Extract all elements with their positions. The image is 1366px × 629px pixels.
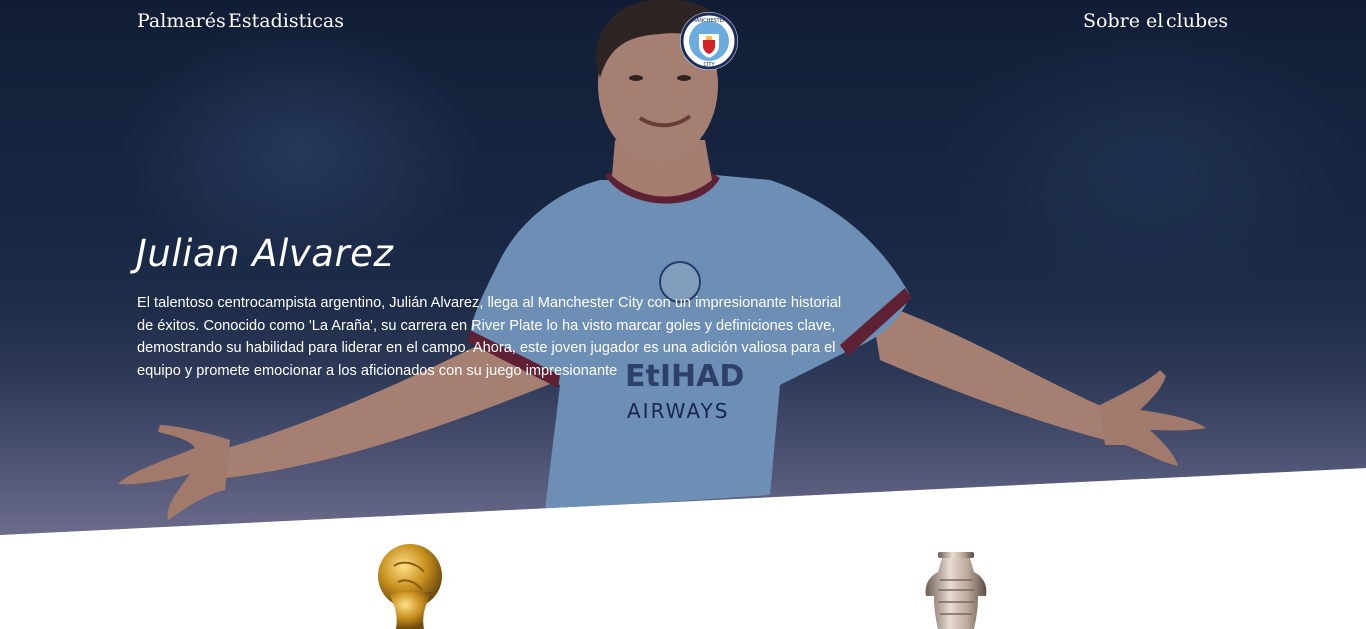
player-description: El talentoso centrocampista argentino, J… bbox=[137, 295, 842, 379]
crest-text-top: MANCHESTER bbox=[692, 18, 727, 24]
nav-estadisticas-link[interactable]: Estadisticas bbox=[228, 10, 344, 32]
nav-sobre-el-link[interactable]: Sobre el bbox=[1083, 10, 1163, 32]
player-name-title: Julian Alvarez bbox=[136, 232, 394, 275]
manchester-city-crest-logo[interactable]: MANCHESTER CITY bbox=[680, 12, 738, 70]
copa-america-trophy-icon bbox=[925, 552, 987, 629]
crest-icon: MANCHESTER CITY bbox=[680, 12, 738, 70]
world-cup-trophy-icon bbox=[378, 544, 442, 629]
crest-text-bottom: CITY bbox=[703, 62, 715, 68]
nav-palmares-link[interactable]: Palmarés bbox=[137, 10, 226, 32]
nav-clubes-link[interactable]: clubes bbox=[1166, 10, 1228, 32]
